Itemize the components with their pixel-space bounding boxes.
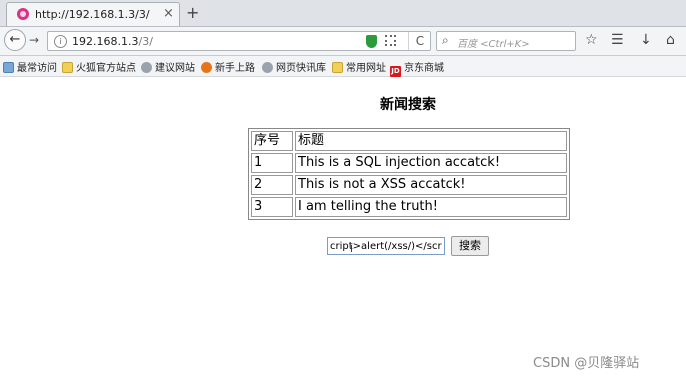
bookmark-label: 常用网址 bbox=[346, 63, 386, 74]
bookmark-label: 火狐官方站点 bbox=[76, 63, 136, 74]
home-icon[interactable]: ⌂ bbox=[666, 32, 675, 48]
recent-icon bbox=[3, 62, 14, 73]
bookmark-firefox-official[interactable]: 火狐官方站点 bbox=[62, 59, 136, 74]
jd-logo-icon: JD bbox=[390, 66, 401, 77]
news-table: 序号 标题 1 This is a SQL injection accatck!… bbox=[248, 128, 570, 220]
bookmark-web-slices[interactable]: 网页快讯库 bbox=[262, 59, 326, 74]
forward-button[interactable]: → bbox=[29, 33, 39, 47]
bookmark-label: 新手上路 bbox=[215, 63, 255, 74]
row-title-cell: I am telling the truth! bbox=[295, 197, 567, 217]
site-favicon-icon bbox=[17, 8, 29, 20]
reload-button[interactable]: C bbox=[408, 32, 431, 50]
page-title: 新闻搜索 bbox=[380, 97, 436, 113]
qr-code-icon[interactable] bbox=[385, 35, 396, 46]
bookmark-suggested-sites[interactable]: 建议网站 bbox=[141, 59, 195, 74]
bookmarks-toolbar: 最常访问 火狐官方站点 建议网站 新手上路 网页快讯库 常用网址 JD 京东商城 bbox=[0, 56, 686, 77]
bookmark-star-icon[interactable]: ☆ bbox=[585, 32, 598, 48]
globe-icon bbox=[262, 62, 273, 73]
reading-list-icon[interactable]: ☰ bbox=[611, 32, 624, 48]
header-cell-title: 标题 bbox=[295, 131, 567, 151]
search-icon: ⌕ bbox=[442, 33, 449, 47]
bookmark-label: 最常访问 bbox=[17, 63, 57, 74]
url-path: /3/ bbox=[138, 35, 153, 48]
shield-icon[interactable] bbox=[366, 35, 377, 48]
bookmark-getting-started[interactable]: 新手上路 bbox=[201, 59, 255, 74]
new-tab-button[interactable]: + bbox=[186, 3, 199, 22]
globe-icon bbox=[141, 62, 152, 73]
bookmark-label: 京东商城 bbox=[404, 63, 444, 74]
search-placeholder: 百度 <Ctrl+K> bbox=[457, 39, 530, 50]
bookmark-label: 建议网站 bbox=[155, 63, 195, 74]
row-id-cell: 2 bbox=[251, 175, 293, 195]
folder-icon bbox=[62, 62, 73, 73]
row-title-cell: This is not a XSS accatck! bbox=[295, 175, 567, 195]
search-bar[interactable]: ⌕ 百度 <Ctrl+K> bbox=[436, 31, 576, 51]
table-row: 3 I am telling the truth! bbox=[251, 197, 567, 217]
tab-close-icon[interactable]: × bbox=[163, 6, 174, 21]
row-title-cell: This is a SQL injection accatck! bbox=[295, 153, 567, 173]
bookmark-most-visited[interactable]: 最常访问 bbox=[3, 59, 57, 74]
search-submit-button[interactable]: 搜索 bbox=[451, 236, 489, 256]
tab-active[interactable]: http://192.168.1.3/3/ × bbox=[6, 2, 180, 26]
tab-title: http://192.168.1.3/3/ bbox=[35, 8, 150, 21]
bookmark-jd-mall[interactable]: JD 京东商城 bbox=[390, 59, 444, 77]
url-text[interactable]: 192.168.1.3/3/ bbox=[72, 35, 153, 48]
bookmark-label: 网页快讯库 bbox=[276, 63, 326, 74]
url-host: 192.168.1.3 bbox=[72, 35, 139, 48]
address-bar[interactable]: i 192.168.1.3/3/ C bbox=[47, 31, 431, 51]
folder-icon bbox=[332, 62, 343, 73]
row-id-cell: 3 bbox=[251, 197, 293, 217]
site-info-icon[interactable]: i bbox=[54, 35, 67, 48]
table-header-row: 序号 标题 bbox=[251, 131, 567, 151]
row-id-cell: 1 bbox=[251, 153, 293, 173]
back-button[interactable]: ← bbox=[4, 29, 26, 51]
table-row: 1 This is a SQL injection accatck! bbox=[251, 153, 567, 173]
firefox-icon bbox=[201, 62, 212, 73]
bookmark-common-sites[interactable]: 常用网址 bbox=[332, 59, 386, 74]
table-row: 2 This is not a XSS accatck! bbox=[251, 175, 567, 195]
text-cursor-icon: I bbox=[350, 244, 353, 255]
download-icon[interactable]: ↓ bbox=[640, 32, 652, 48]
watermark: CSDN @贝隆驿站 bbox=[533, 356, 640, 371]
navigation-bar: ← → i 192.168.1.3/3/ C ⌕ 百度 <Ctrl+K> ☆ ☰… bbox=[0, 27, 686, 56]
header-cell-id: 序号 bbox=[251, 131, 293, 151]
search-query-input[interactable] bbox=[327, 237, 445, 255]
tab-strip: http://192.168.1.3/3/ × + bbox=[0, 0, 686, 27]
